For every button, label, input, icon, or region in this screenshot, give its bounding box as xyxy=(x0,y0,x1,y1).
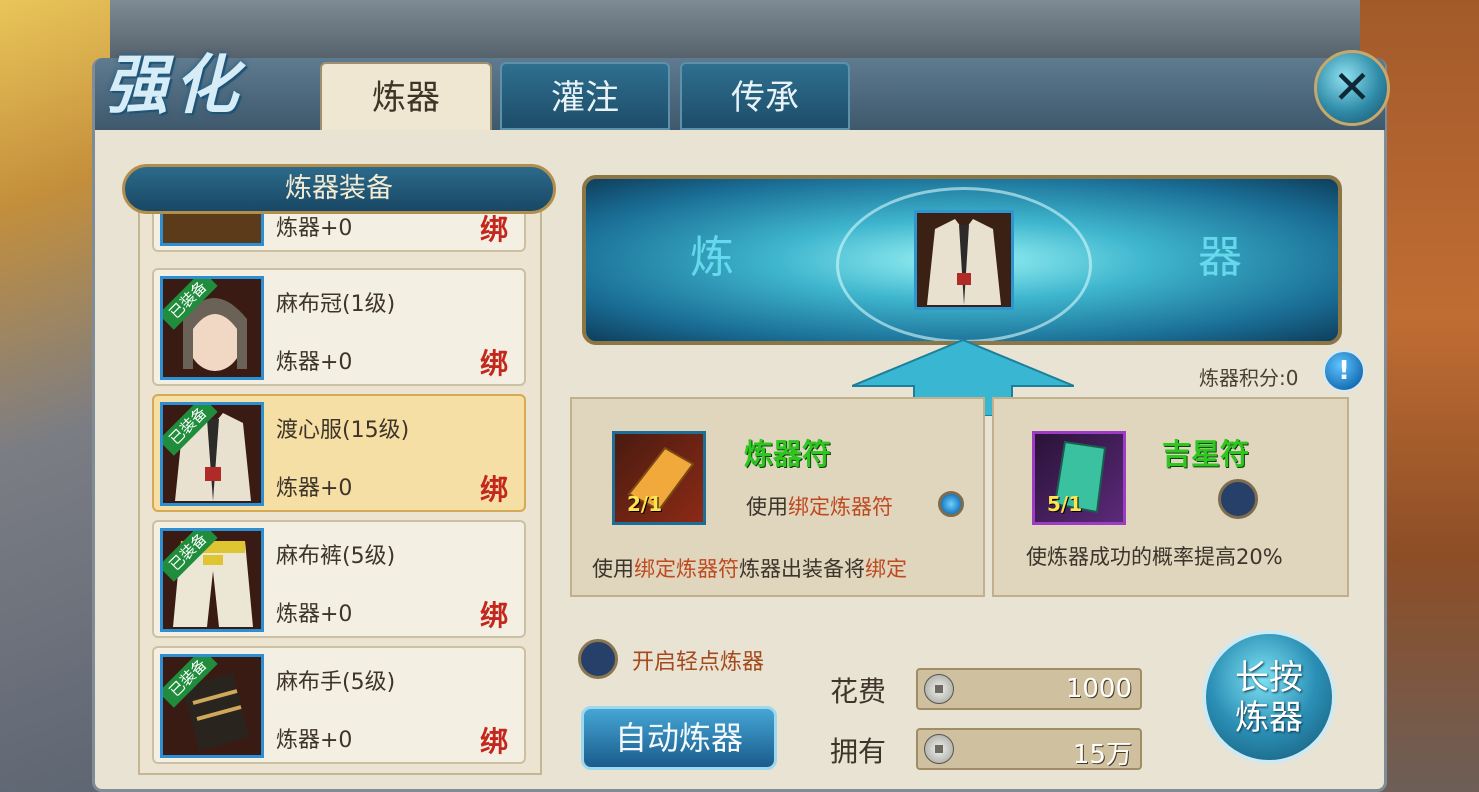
list-item[interactable]: 已装备 麻布手(5级) 炼器+0 绑 xyxy=(152,646,526,764)
long-press-refine-button[interactable]: 长按 炼器 xyxy=(1202,630,1336,764)
cost-field: 1000 xyxy=(916,668,1142,710)
refine-score: 炼器积分:0 xyxy=(1199,366,1299,390)
charm-count: 5/1 xyxy=(1047,492,1083,516)
info-button[interactable]: ! xyxy=(1323,350,1365,392)
item-thumbnail: 已装备 xyxy=(160,654,264,758)
item-refine-level: 炼器+0 xyxy=(276,602,353,627)
owned-value: 15万 xyxy=(1072,740,1132,770)
auto-refine-button[interactable]: 自动炼器 xyxy=(581,706,777,770)
note-prefix: 使用 xyxy=(592,557,634,581)
item-name: 渡心服(15级) xyxy=(276,418,410,443)
page-title: 强化 xyxy=(104,48,244,123)
list-item[interactable]: 已装备 麻布裤(5级) 炼器+0 绑 xyxy=(152,520,526,638)
banner-glyph-left: 炼 xyxy=(690,232,734,283)
note-middle: 炼器出装备将 xyxy=(739,557,865,581)
cost-value: 1000 xyxy=(1065,674,1132,704)
coin-icon xyxy=(924,734,954,764)
use-charm-label: 使用绑定炼器符 xyxy=(746,491,893,521)
cost-label: 花费 xyxy=(830,675,887,708)
item-name: 麻布手(5级) xyxy=(276,670,396,695)
tab-infuse[interactable]: 灌注 xyxy=(500,62,670,130)
bind-badge: 绑 xyxy=(480,473,509,506)
close-button[interactable]: ✕ xyxy=(1314,50,1390,126)
lucky-charm-radio[interactable] xyxy=(1218,479,1258,519)
item-thumbnail: 已装备 xyxy=(160,402,264,506)
robe-icon xyxy=(927,219,1001,305)
item-name: 麻布冠(1级) xyxy=(276,292,396,317)
use-highlight: 绑定炼器符 xyxy=(788,495,893,519)
tap-refine-toggle[interactable] xyxy=(578,639,618,679)
bind-badge: 绑 xyxy=(480,725,509,758)
use-prefix: 使用 xyxy=(746,495,788,519)
list-item[interactable]: 已装备 麻布冠(1级) 炼器+0 绑 xyxy=(152,268,526,386)
refine-charm-slot[interactable]: 2/1 xyxy=(612,431,706,525)
item-refine-level: 炼器+0 xyxy=(276,350,353,375)
list-item-selected[interactable]: 已装备 渡心服(15级) 炼器+0 绑 xyxy=(152,394,526,512)
charm-count: 2/1 xyxy=(627,492,663,516)
bind-badge: 绑 xyxy=(480,347,509,380)
bind-badge: 绑 xyxy=(480,599,509,632)
equipment-list-header: 炼器装备 xyxy=(122,164,556,214)
tap-refine-label: 开启轻点炼器 xyxy=(632,650,765,675)
item-thumbnail: 已装备 xyxy=(160,276,264,380)
item-name: 麻布裤(5级) xyxy=(276,544,396,569)
lucky-charm-panel: 5/1 吉星符 使炼器成功的概率提高20% xyxy=(992,397,1349,597)
item-thumbnail: 已装备 xyxy=(160,528,264,632)
tab-refine[interactable]: 炼器 xyxy=(320,62,492,130)
note-highlight: 绑定 xyxy=(865,557,907,581)
coin-icon xyxy=(924,674,954,704)
item-refine-level: 炼器+0 xyxy=(276,216,353,241)
refine-charm-panel: 2/1 炼器符 使用绑定炼器符 使用绑定炼器符炼器出装备将绑定 xyxy=(570,397,985,597)
selected-equipment-slot[interactable] xyxy=(914,210,1014,310)
lucky-charm-note: 使炼器成功的概率提高20% xyxy=(1026,545,1283,569)
close-icon: ✕ xyxy=(1332,60,1372,114)
owned-field: 15万 xyxy=(916,728,1142,770)
tab-inherit[interactable]: 传承 xyxy=(680,62,850,130)
banner-glyph-right: 器 xyxy=(1198,232,1242,283)
equipment-list-panel[interactable]: 炼器+0 绑 已装备 麻布冠(1级) 炼器+0 绑 已装备 渡心服(15级) 炼… xyxy=(138,200,542,775)
bind-badge: 绑 xyxy=(480,213,509,246)
long-press-line2: 炼器 xyxy=(1235,698,1303,738)
item-refine-level: 炼器+0 xyxy=(276,476,353,501)
use-bound-charm-radio[interactable] xyxy=(938,491,964,517)
lucky-charm-slot[interactable]: 5/1 xyxy=(1032,431,1126,525)
exclamation-icon: ! xyxy=(1338,356,1350,386)
owned-label: 拥有 xyxy=(830,735,887,768)
item-refine-level: 炼器+0 xyxy=(276,728,353,753)
charm-title: 炼器符 xyxy=(744,437,832,471)
long-press-line1: 长按 xyxy=(1235,658,1303,698)
note-highlight: 绑定炼器符 xyxy=(634,557,739,581)
bind-note: 使用绑定炼器符炼器出装备将绑定 xyxy=(592,553,907,583)
charm-title: 吉星符 xyxy=(1162,437,1250,471)
